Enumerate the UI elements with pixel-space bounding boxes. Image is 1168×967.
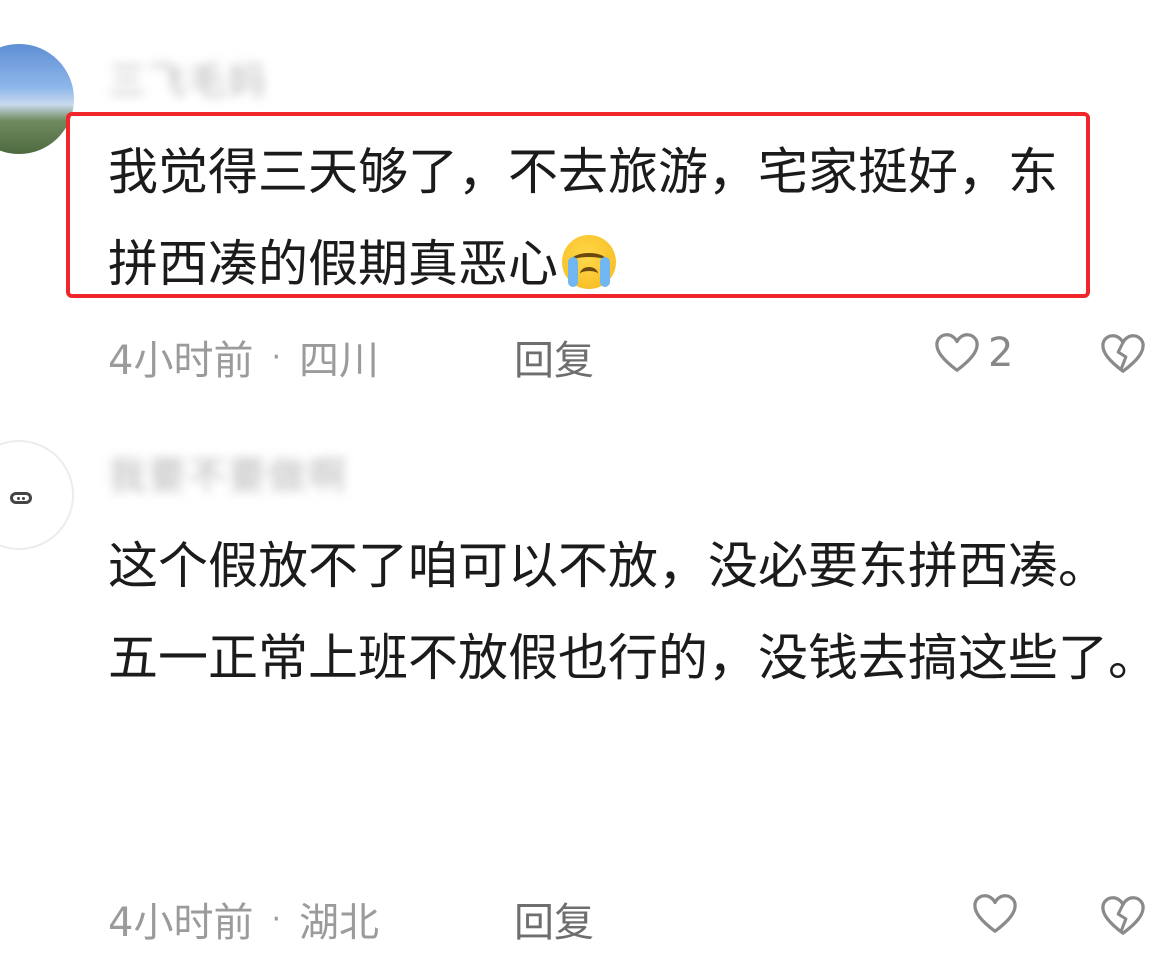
like-count: 2 xyxy=(988,330,1014,376)
heart-icon xyxy=(935,333,979,372)
reply-button[interactable]: 回复 xyxy=(514,890,594,948)
separator: · xyxy=(271,339,281,375)
comment-text: 我觉得三天够了，不去旅游，宅家挺好，东拼西凑的假期真恶心 xyxy=(108,143,1058,293)
pig-nose-icon xyxy=(10,492,32,504)
user-avatar[interactable] xyxy=(0,440,74,550)
separator: · xyxy=(271,901,281,937)
comment-meta: 4小时前 · 四川 xyxy=(108,328,379,386)
comment-text: 这个假放不了咱可以不放，没必要东拼西凑。 五一正常上班不放假也行的，没钱去搞这些… xyxy=(108,537,1158,687)
username[interactable]: 三飞毛妈 xyxy=(108,50,268,105)
like-button[interactable] xyxy=(972,892,1018,936)
dislike-icon[interactable] xyxy=(1100,894,1146,938)
comment-meta: 4小时前 · 湖北 xyxy=(108,890,379,948)
comment-location: 湖北 xyxy=(299,900,379,946)
like-button[interactable]: 2 xyxy=(934,330,1013,376)
dislike-icon[interactable] xyxy=(1100,332,1146,376)
crying-face-icon xyxy=(562,235,616,289)
comment-time: 4小时前 xyxy=(108,338,254,384)
comment-time: 4小时前 xyxy=(108,900,254,946)
reply-button[interactable]: 回复 xyxy=(514,328,594,386)
heart-icon xyxy=(973,894,1017,933)
comment-location: 四川 xyxy=(299,338,379,384)
username[interactable]: 我要不要做啊 xyxy=(108,445,348,500)
